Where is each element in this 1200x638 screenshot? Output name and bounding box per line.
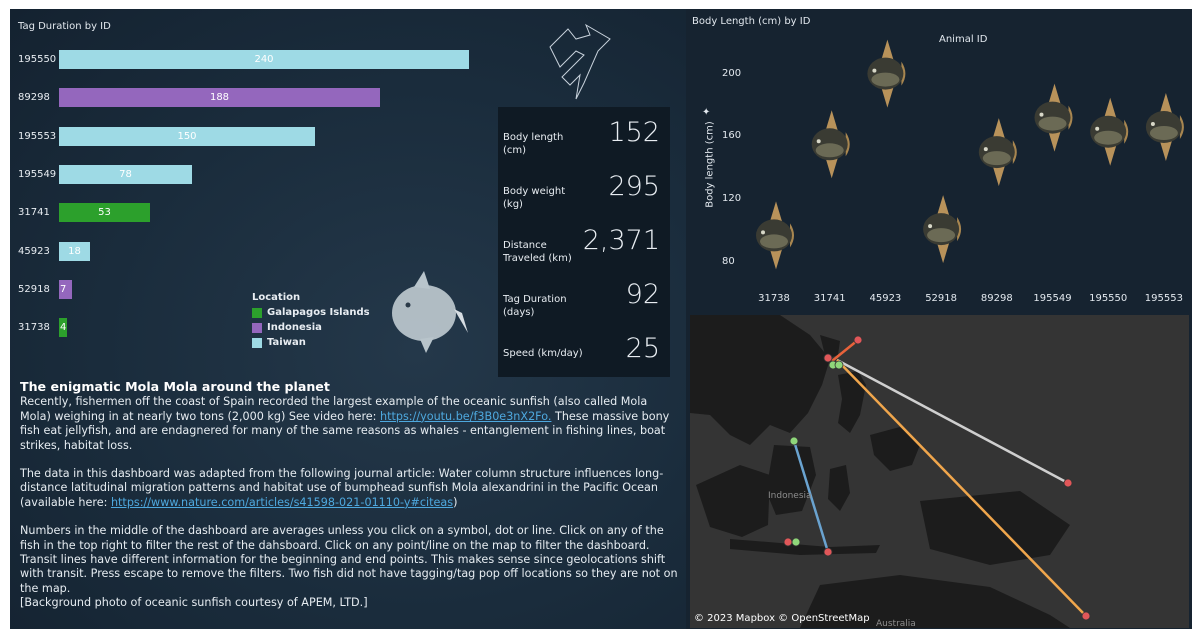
tag-duration-bar[interactable]: 53 xyxy=(59,203,150,222)
legend-swatch xyxy=(252,307,262,318)
legend-item[interactable]: Taiwan xyxy=(252,335,370,350)
kpi-distance-value: 2,371 xyxy=(582,225,660,256)
end-point[interactable] xyxy=(823,547,833,557)
article-paragraph-3: Numbers in the middle of the dashboard a… xyxy=(20,524,678,595)
kpi-speed-label: Speed (km/day) xyxy=(503,348,583,359)
bar-id-label: 195553 xyxy=(18,131,57,142)
bar-id-label: 89298 xyxy=(18,92,50,103)
kpi-tag-duration-label: Tag Duration (days) xyxy=(503,294,567,318)
tag-duration-bar[interactable]: 78 xyxy=(59,165,192,184)
p2-tail: ) xyxy=(453,495,458,509)
tag-duration-bar[interactable]: 188 xyxy=(59,88,380,107)
map-label-indonesia: Indonesia xyxy=(768,491,812,501)
end-point[interactable] xyxy=(823,353,833,363)
legend-label: Indonesia xyxy=(267,322,322,333)
legend-item[interactable]: Galapagos Islands xyxy=(252,305,370,320)
sunfish-mark[interactable] xyxy=(1145,93,1184,161)
tag-duration-bar[interactable]: 4 xyxy=(59,318,67,337)
legend-swatch xyxy=(252,337,262,348)
body-length-chart[interactable] xyxy=(690,9,1192,311)
legend-label: Taiwan xyxy=(267,337,306,348)
kpi-body-weight-label: Body weight (kg) xyxy=(503,186,566,210)
legend-label: Galapagos Islands xyxy=(267,307,370,318)
start-point[interactable] xyxy=(791,537,801,547)
end-point[interactable] xyxy=(783,537,793,547)
legend-swatch xyxy=(252,322,262,333)
sunfish-photo xyxy=(392,271,468,353)
kpi-body-weight-value: 295 xyxy=(608,171,660,202)
map-canvas[interactable] xyxy=(690,315,1189,628)
sunfish-mark[interactable] xyxy=(1034,83,1073,152)
bar-id-label: 31741 xyxy=(18,207,50,218)
kpi-panel: Body length (cm) 152 Body weight (kg) 29… xyxy=(498,107,670,377)
kpi-body-length-label: Body length (cm) xyxy=(503,132,564,156)
legend-title: Location xyxy=(252,292,301,303)
kpi-distance-label: Distance Traveled (km) xyxy=(503,240,572,264)
bar-id-label: 31738 xyxy=(18,322,50,333)
tag-duration-bar[interactable]: 150 xyxy=(59,127,315,146)
end-point[interactable] xyxy=(1081,611,1091,621)
end-point[interactable] xyxy=(1063,478,1073,488)
location-legend: Location Galapagos Islands Indonesia Taiwa… xyxy=(252,292,370,350)
map-credit: © 2023 Mapbox © OpenStreetMap xyxy=(694,613,870,624)
bar-id-label: 52918 xyxy=(18,284,50,295)
transit-line[interactable] xyxy=(836,358,1069,485)
kpi-speed-value: 25 xyxy=(625,333,660,364)
body-length-panel: Body Length (cm) by ID Animal ID Body le… xyxy=(690,9,1192,311)
bar-id-label: 45923 xyxy=(18,246,50,257)
sunfish-mark[interactable] xyxy=(811,110,850,179)
article-paragraph-4: [Background photo of oceanic sunfish cou… xyxy=(20,596,368,610)
migration-map[interactable]: Indonesia Australia © 2023 Mapbox © Open… xyxy=(690,315,1189,628)
article-text: The enigmatic Mola Mola around the plane… xyxy=(20,379,680,611)
dashboard: Tag Duration by ID 195550 240 89298 188 1955… xyxy=(10,9,1192,629)
tag-duration-bar[interactable]: 18 xyxy=(59,242,90,261)
article-heading: The enigmatic Mola Mola around the plane… xyxy=(20,379,330,394)
end-point[interactable] xyxy=(853,335,863,345)
map-label-australia: Australia xyxy=(876,619,916,628)
sunfish-mark[interactable] xyxy=(923,195,962,264)
journal-link[interactable]: https://www.nature.com/articles/s41598-0… xyxy=(111,496,453,509)
start-point[interactable] xyxy=(789,436,799,446)
sunfish-mark[interactable] xyxy=(978,118,1017,187)
tag-duration-bar[interactable]: 240 xyxy=(59,50,469,69)
sunfish-mark[interactable] xyxy=(1090,97,1129,166)
transit-line[interactable] xyxy=(836,359,1087,617)
route-outline-icon xyxy=(549,23,611,100)
bar-id-label: 195549 xyxy=(18,169,57,180)
article-paragraph-2: The data in this dashboard was adapted f… xyxy=(20,467,680,510)
article-paragraph-1: Recently, fishermen off the coast of Spa… xyxy=(20,395,680,453)
sunfish-mark[interactable] xyxy=(756,201,794,270)
kpi-tag-duration-value: 92 xyxy=(625,279,660,310)
start-point[interactable] xyxy=(834,360,844,370)
legend-item[interactable]: Indonesia xyxy=(252,320,370,335)
sunfish-mark[interactable] xyxy=(867,39,906,108)
bar-id-label: 195550 xyxy=(18,54,57,65)
video-link[interactable]: https://youtu.be/f3B0e3nX2Fo. xyxy=(380,410,551,423)
tag-duration-bar[interactable]: 7 xyxy=(59,280,72,299)
tag-chart-title: Tag Duration by ID xyxy=(18,21,111,32)
left-panel: Tag Duration by ID 195550 240 89298 188 1955… xyxy=(10,9,686,629)
kpi-body-length-value: 152 xyxy=(608,117,660,148)
